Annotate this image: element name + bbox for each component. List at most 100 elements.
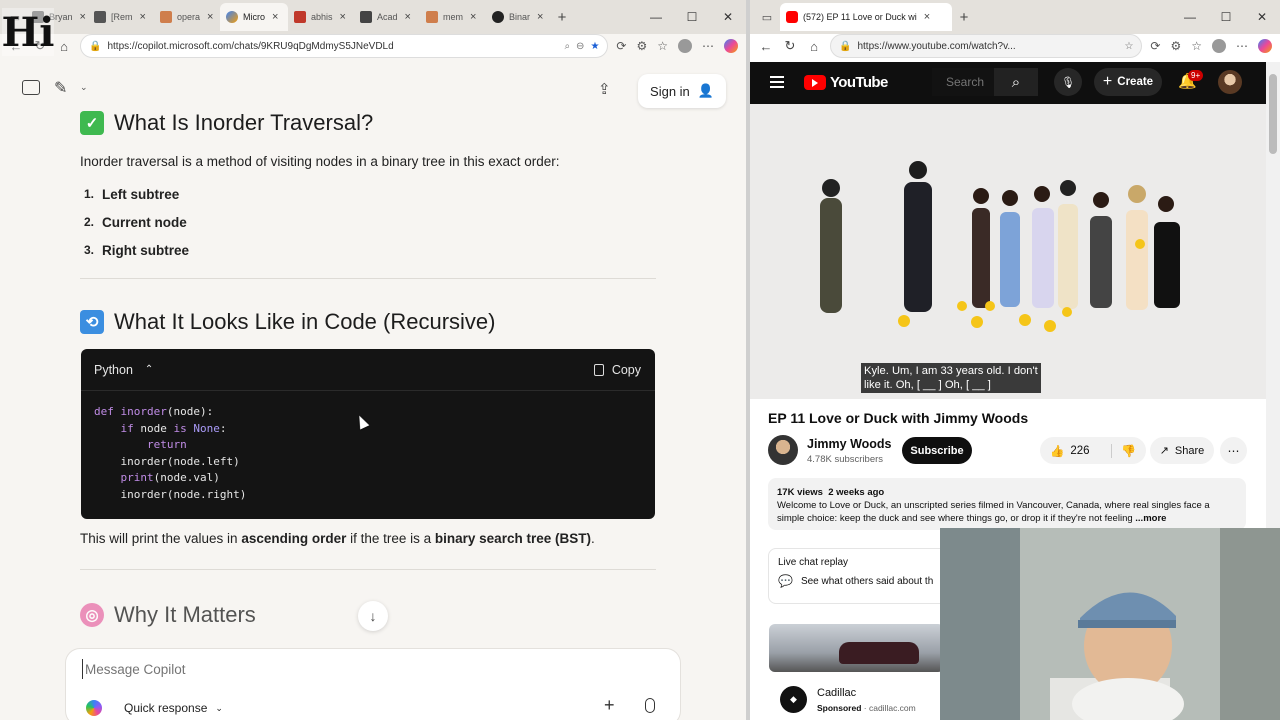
share-button[interactable]: ↗ Share (1150, 437, 1214, 464)
extensions-icon[interactable]: ⚙ (1170, 39, 1181, 53)
description-box[interactable]: 17K views 2 weeks ago Welcome to Love or… (768, 478, 1246, 530)
sign-in-button[interactable]: Sign in 👤 (638, 74, 726, 108)
tab-label: Acad (377, 12, 398, 22)
tab-actions-icon[interactable]: ▭ (754, 11, 780, 24)
maximize-icon[interactable]: ☐ (1208, 0, 1244, 34)
tab-7[interactable]: Binar × (486, 3, 552, 31)
profile-icon[interactable] (678, 39, 692, 53)
favorite-star-icon[interactable]: ★ (590, 41, 599, 52)
view-stats: 17K views 2 weeks ago (777, 486, 1237, 499)
thumbs-down-icon[interactable]: 👎 (1112, 444, 1136, 458)
ad-thumbnail[interactable] (769, 624, 944, 672)
message-input[interactable] (82, 659, 642, 679)
share-icon[interactable]: ⇪ (598, 80, 611, 98)
left-tab-bar: ▭ Bryan × [Rem × opera × Micro × abhis × (0, 0, 746, 56)
url-field[interactable]: 🔒 https://copilot.microsoft.com/chats/9K… (80, 34, 609, 58)
chevron-down-icon[interactable]: ⌄ (80, 82, 88, 93)
search-input[interactable] (932, 68, 994, 96)
close-icon[interactable]: × (340, 11, 346, 23)
tab-favicon (94, 11, 106, 23)
copilot-top-bar: ✎ ⌄ ⇪ Sign in 👤 (0, 72, 746, 110)
code-text[interactable]: def inorder(node): if node is None: retu… (81, 391, 655, 517)
close-window-icon[interactable]: ✕ (710, 0, 746, 34)
new-tab-icon[interactable]: + (952, 9, 976, 26)
site-info-icon[interactable]: 🔒 (839, 41, 851, 52)
youtube-header: YouTube ⌕ 🎙 + Create 🔔 9+ (750, 62, 1266, 104)
close-icon[interactable]: × (537, 11, 543, 23)
video-frame (750, 104, 1266, 399)
close-icon[interactable]: × (80, 11, 86, 23)
minimize-icon[interactable]: — (638, 0, 674, 34)
copilot-icon[interactable] (724, 39, 738, 53)
sponsored-label: Sponsored (817, 703, 862, 713)
close-icon[interactable]: × (272, 11, 278, 23)
step-number: 1. (84, 187, 95, 201)
favorites-icon[interactable]: ☆ (1191, 39, 1202, 53)
sidebar-toggle-icon[interactable] (22, 80, 40, 95)
right-toolbar-icons: ⟳ ⚙ ☆ ⋯ (1150, 39, 1272, 53)
copy-button[interactable]: Copy (593, 363, 641, 377)
chevron-up-icon[interactable]: ⌃ (145, 364, 153, 375)
close-window-icon[interactable]: ✕ (1244, 0, 1280, 34)
close-icon[interactable]: × (207, 11, 213, 23)
close-icon[interactable]: × (470, 11, 476, 23)
more-icon[interactable]: ⋯ (1236, 39, 1248, 53)
zoom-icon[interactable]: ⌕ (564, 41, 570, 52)
url-field[interactable]: 🔒 https://www.youtube.com/watch?v... ☆ (830, 34, 1143, 58)
tab-5[interactable]: Acad × (354, 3, 420, 31)
step-text: Right subtree (102, 242, 190, 258)
close-icon[interactable]: × (405, 11, 411, 23)
youtube-logo[interactable]: YouTube (804, 74, 888, 91)
tab-label: mem (443, 12, 463, 22)
subscribe-button[interactable]: Subscribe (902, 437, 972, 464)
channel-avatar[interactable] (768, 435, 798, 465)
minimize-icon[interactable]: — (1172, 0, 1208, 34)
home-icon[interactable]: ⌂ (806, 39, 822, 54)
video-player[interactable]: Kyle. Um, I am 33 years old. I don't lik… (750, 104, 1266, 399)
back-icon[interactable]: ← (758, 39, 774, 54)
section-title: What Is Inorder Traversal? (114, 110, 374, 135)
favorite-star-icon[interactable]: ☆ (1124, 41, 1133, 52)
create-button[interactable]: + Create (1094, 68, 1162, 96)
share-arrow-icon: ↗ (1159, 445, 1169, 457)
site-info-icon[interactable]: 🔒 (89, 41, 101, 52)
scroll-down-button[interactable]: ↓ (358, 601, 388, 631)
home-icon[interactable]: ⌂ (56, 39, 72, 54)
quick-response-dropdown[interactable]: Quick response ⌄ (124, 701, 223, 715)
plus-icon[interactable]: + (604, 695, 615, 716)
new-chat-icon[interactable]: ✎ (54, 78, 67, 98)
like-count: 226 (1070, 444, 1090, 457)
avatar[interactable] (1218, 70, 1242, 94)
microphone-icon[interactable] (645, 698, 655, 713)
tab-1[interactable]: [Rem × (88, 3, 154, 31)
tab-youtube-active[interactable]: (572) EP 11 Love or Duck wi × (780, 3, 952, 31)
profile-icon[interactable] (1212, 39, 1226, 53)
mic-button[interactable]: 🎙 (1054, 68, 1082, 96)
close-icon[interactable]: × (924, 11, 930, 23)
extensions-icon[interactable]: ⚙ (636, 39, 647, 53)
reader-icon[interactable]: ⊖ (576, 41, 584, 52)
channel-name[interactable]: Jimmy Woods (807, 437, 892, 451)
refresh-icon[interactable]: ↻ (782, 38, 798, 54)
text-span: . (590, 531, 595, 546)
maximize-icon[interactable]: ☐ (674, 0, 710, 34)
hamburger-menu-icon[interactable] (770, 76, 784, 88)
close-icon[interactable]: × (140, 11, 146, 23)
favorites-icon[interactable]: ☆ (657, 39, 668, 53)
more-icon[interactable]: ⋯ (702, 39, 714, 53)
refresh-alt-icon[interactable]: ⟳ (1150, 39, 1160, 53)
search-button[interactable]: ⌕ (994, 68, 1038, 96)
tab-3-active[interactable]: Micro × (220, 3, 288, 31)
section-title: What It Looks Like in Code (Recursive) (114, 309, 496, 334)
tab-4[interactable]: abhis × (288, 3, 354, 31)
like-button[interactable]: 👍 226 (1040, 443, 1112, 458)
scrollbar-thumb[interactable] (1269, 74, 1277, 154)
refresh-alt-icon[interactable]: ⟳ (616, 39, 626, 53)
more-link[interactable]: ...more (1135, 513, 1166, 524)
ad-name[interactable]: Cadillac (817, 687, 856, 699)
copilot-icon[interactable] (1258, 39, 1272, 53)
new-tab-icon[interactable]: + (552, 9, 572, 26)
tab-6[interactable]: mem × (420, 3, 486, 31)
tab-2[interactable]: opera × (154, 3, 220, 31)
more-actions-button[interactable]: ⋯ (1220, 437, 1247, 464)
